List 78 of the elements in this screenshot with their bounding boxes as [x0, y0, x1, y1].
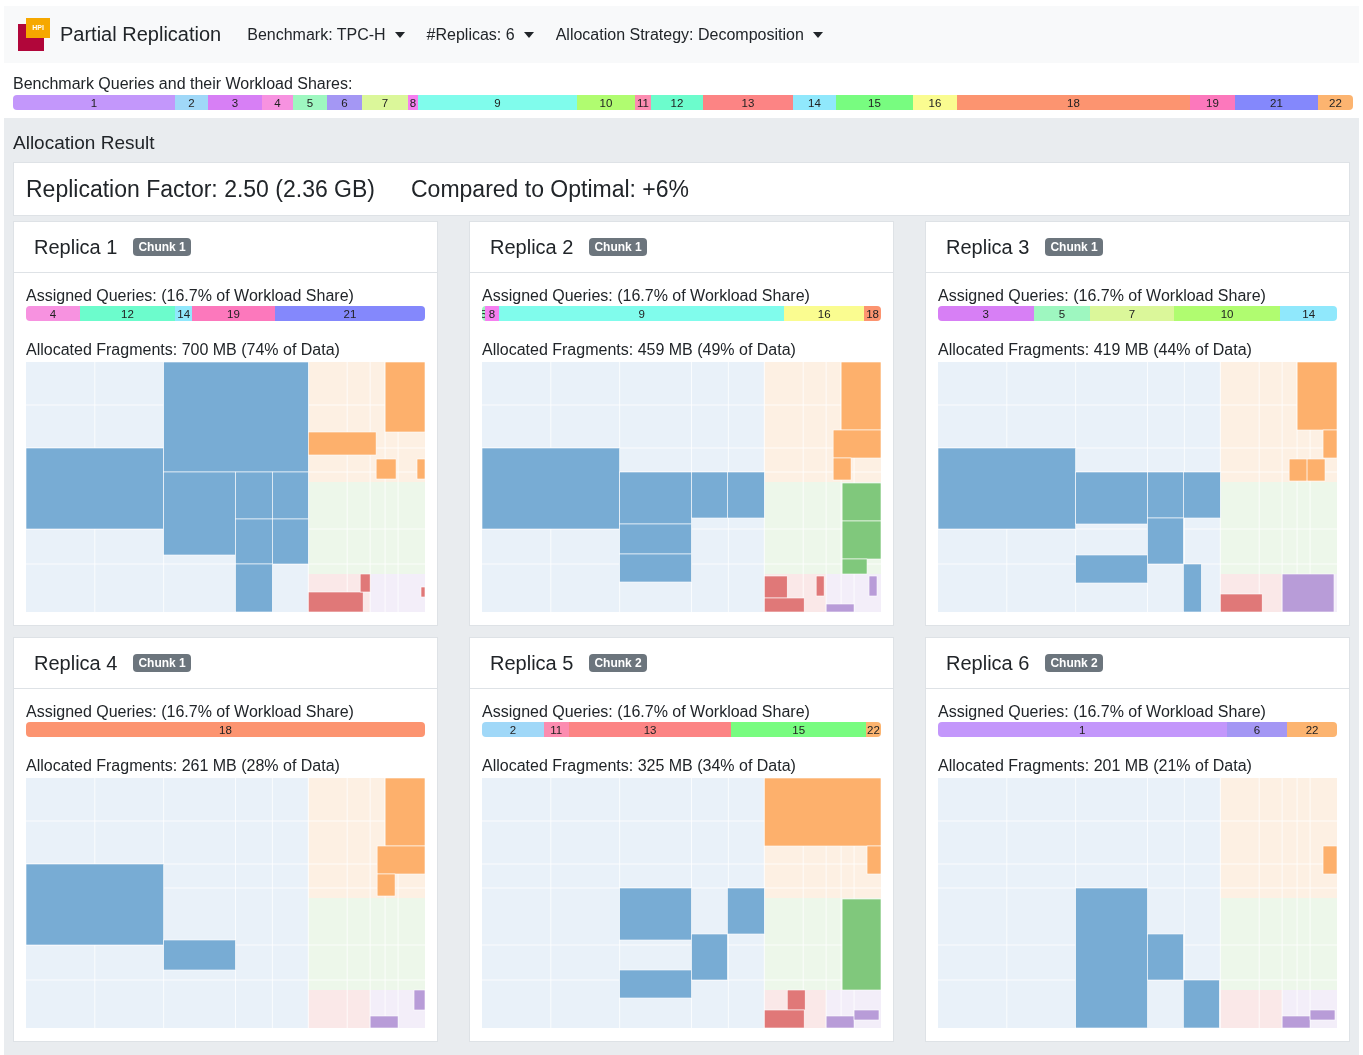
query-segment: 14 — [793, 95, 836, 110]
allocated-fragments-label: Allocated Fragments: 419 MB (44% of Data) — [938, 341, 1253, 359]
query-segment: 4 — [26, 306, 80, 321]
allocated-fragments-label: Allocated Fragments: 201 MB (21% of Data) — [938, 757, 1253, 775]
query-segment: 18 — [26, 722, 425, 737]
allocated-fragments-label: Allocated Fragments: 459 MB (49% of Data) — [482, 341, 797, 359]
replica-title: Replica 2 — [490, 235, 574, 259]
query-segment: 6 — [327, 95, 362, 110]
assigned-queries-label: Assigned Queries: (16.7% of Workload Share) — [482, 703, 811, 721]
assigned-queries-label: Assigned Queries: (16.7% of Workload Share) — [938, 703, 1267, 721]
query-segment: 4 — [262, 95, 293, 110]
query-segment: 3 — [208, 95, 262, 110]
chunk-badge: Chunk 1 — [133, 238, 191, 256]
section-heading: Allocation Result — [13, 132, 156, 154]
query-segment: 7 — [362, 95, 408, 110]
query-segment: 9 — [498, 306, 785, 321]
query-segment: 2 — [482, 722, 544, 737]
query-segment: 5 — [1033, 306, 1091, 321]
replica-title: Replica 5 — [490, 651, 574, 675]
query-segment: 2 — [175, 95, 208, 110]
query-segment: 16 — [784, 306, 865, 321]
query-segment: 22 — [866, 722, 881, 737]
query-segment: 22 — [1318, 95, 1353, 110]
dropdown-menu[interactable]: Allocation Strategy: Decomposition — [555, 25, 823, 44]
query-segment: 11 — [635, 95, 651, 110]
chunk-badge: Chunk 1 — [1045, 238, 1103, 256]
query-segment: 12 — [651, 95, 703, 110]
caret-icon — [812, 31, 823, 38]
query-segment: 22 — [1287, 722, 1337, 737]
assigned-queries-label: Assigned Queries: (16.7% of Workload Share) — [938, 287, 1267, 305]
query-segment: 1 — [938, 722, 1227, 737]
query-segment: 14 — [1280, 306, 1337, 321]
allocated-fragments-label: Allocated Fragments: 261 MB (28% of Data) — [26, 757, 341, 775]
chunk-badge: Chunk 2 — [589, 654, 647, 672]
replica-title: Replica 3 — [946, 235, 1030, 259]
query-segment: 10 — [1173, 306, 1281, 321]
query-segment: 21 — [274, 306, 425, 321]
dropdown-menu[interactable]: #Replicas: 6 — [426, 25, 534, 44]
query-segment: 5 — [293, 95, 327, 110]
allocated-fragments-label: Allocated Fragments: 700 MB (74% of Data) — [26, 341, 341, 359]
query-segment: 8 — [485, 306, 499, 321]
caret-icon — [394, 31, 405, 38]
query-segment: 11 — [543, 722, 569, 737]
query-segment: 15 — [836, 95, 913, 110]
app-title[interactable]: Partial Replication — [60, 23, 222, 46]
chunk-badge: Chunk 1 — [133, 654, 191, 672]
query-segment: 21 — [1235, 95, 1318, 110]
section-label: Benchmark Queries and their Workload Shares: — [13, 75, 354, 93]
query-segment: 15 — [731, 722, 867, 737]
query-segment: 1 — [13, 95, 175, 110]
compared-to-optimal: Compared to Optimal: +6% — [411, 175, 690, 203]
assigned-queries-label: Assigned Queries: (16.7% of Workload Share) — [26, 703, 355, 721]
replication-factor: Replication Factor: 2.50 (2.36 GB) — [26, 175, 375, 203]
query-segment: 13 — [568, 722, 732, 737]
query-segment: 14 — [175, 306, 193, 321]
query-segment: 19 — [192, 306, 275, 321]
query-segment: 3 — [938, 306, 1034, 321]
allocated-fragments-label: Allocated Fragments: 325 MB (34% of Data) — [482, 757, 797, 775]
query-segment: 13 — [703, 95, 793, 110]
replica-title: Replica 6 — [946, 651, 1030, 675]
dropdown-menu[interactable]: Benchmark: TPC-H — [247, 25, 405, 44]
query-segment: 7 — [1090, 306, 1174, 321]
query-segment: 12 — [79, 306, 176, 321]
replica-title: Replica 1 — [34, 235, 118, 259]
assigned-queries-label: Assigned Queries: (16.7% of Workload Share) — [482, 287, 811, 305]
query-segment: 8 — [408, 95, 418, 110]
query-segment: 10 — [577, 95, 635, 110]
query-segment: 18 — [957, 95, 1190, 110]
replica-title: Replica 4 — [34, 651, 118, 675]
query-segment: 18 — [864, 306, 881, 321]
query-segment: 19 — [1190, 95, 1235, 110]
caret-icon — [523, 31, 534, 38]
assigned-queries-label: Assigned Queries: (16.7% of Workload Share) — [26, 287, 355, 305]
query-segment: 6 — [1226, 722, 1288, 737]
chunk-badge: Chunk 2 — [1045, 654, 1103, 672]
chunk-badge: Chunk 1 — [589, 238, 647, 256]
query-segment: 9 — [418, 95, 577, 110]
query-segment: 16 — [913, 95, 957, 110]
